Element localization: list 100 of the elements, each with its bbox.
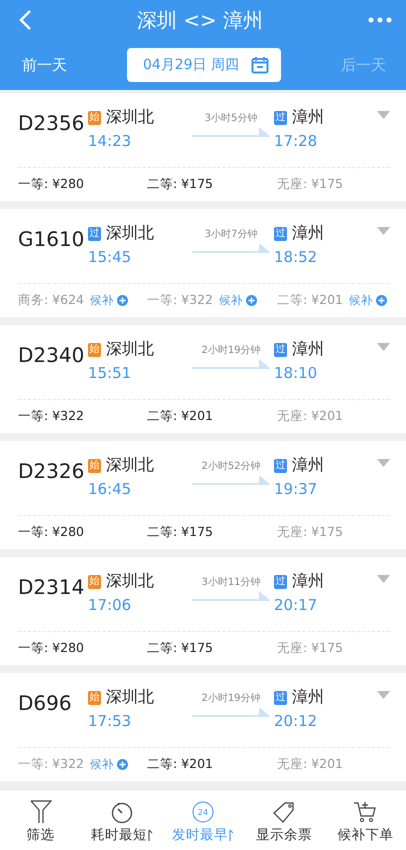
toolbar-tab[interactable]: 耗时最短 [81,790,162,850]
train-card[interactable]: D2356 始 深圳北 14:23 3小时5分钟 过 漳州 17:28 一等: ¥280 二等: ¥175 无座: ¥175 [0,93,406,201]
seat-price: 无座: ¥175 [277,176,343,193]
arrival-time: 18:10 [274,364,318,382]
station-name: 深圳北 [106,571,154,592]
station-name: 漳州 [292,571,324,592]
station-badge: 过 [274,110,287,124]
departure-time: 16:45 [88,480,132,498]
station-badge: 始 [88,690,101,704]
station-name: 漳州 [292,223,324,244]
arrow-icon [192,244,270,254]
station-name: 漳州 [292,687,324,708]
seat-price: 无座: ¥175 [277,640,343,657]
station-badge: 过 [274,342,287,356]
train-card[interactable]: D2326 始 深圳北 16:45 2小时52分钟 过 漳州 19:37 一等: ¥280 二等: ¥175 无座: ¥175 [0,441,406,549]
plus-icon [246,295,257,306]
dropdown-icon[interactable] [377,227,390,235]
seat-price: 无座: ¥175 [277,524,343,541]
station-badge: 始 [88,110,101,124]
departure-time: 17:53 [88,712,132,730]
station-badge: 始 [88,458,101,472]
train-card[interactable]: D2314 始 深圳北 17:06 3小时11分钟 过 漳州 20:17 一等: ¥280 二等: ¥175 无座: ¥175 [0,557,406,665]
train-number: D2340 [18,342,86,369]
departure-time: 15:51 [88,364,132,382]
duration-text: 2小时19分钟 [201,692,261,705]
more-icon[interactable] [368,17,392,23]
plus-icon [376,295,387,306]
sort-icon [229,829,234,841]
seat-price: 无座: ¥201 [277,408,343,425]
seat-price: 一等: ¥322 [18,408,84,425]
dropdown-icon[interactable] [377,575,390,583]
station-name: 漳州 [292,455,324,476]
arrow-icon [192,476,270,486]
station-name: 漳州 [292,339,324,360]
sort-icon [148,829,153,841]
dropdown-icon[interactable] [377,111,390,119]
train-number: D2326 [18,458,86,485]
seat-price: 一等: ¥322 [18,756,84,773]
station-name: 深圳北 [106,455,154,476]
duration-text: 2小时52分钟 [201,460,261,473]
arrival-time: 18:52 [274,248,318,266]
station-badge: 过 [88,226,101,240]
station-name: 深圳北 [106,687,154,708]
train-card[interactable]: D2340 始 深圳北 15:51 2小时19分钟 过 漳州 18:10 一等: ¥322 二等: ¥201 无座: ¥201 [0,325,406,433]
seat-price: 商务: ¥624 [18,292,84,309]
tag-icon [272,800,296,824]
station-badge: 过 [274,458,287,472]
duration-text: 3小时11分钟 [201,576,261,589]
train-number: G1610 [18,226,86,253]
station-name: 漳州 [292,107,324,128]
toolbar-tab[interactable]: 候补下单 [324,790,406,850]
seat-price: 二等: ¥201 [147,756,213,773]
seat-price: 二等: ¥175 [147,176,213,193]
seat-price: 一等: ¥280 [18,640,84,657]
calendar-icon [251,56,270,74]
duration-text: 2小时19分钟 [201,344,261,357]
plus-icon [117,759,128,770]
train-number: D2314 [18,574,86,601]
duration-text: 3小时7分钟 [204,228,258,241]
filter-icon [30,800,52,824]
station-badge: 始 [88,342,101,356]
station-name: 深圳北 [106,107,154,128]
seat-price: 二等: ¥201 [277,292,343,309]
train-number: D696 [18,690,73,717]
seat-price: 二等: ¥175 [147,640,213,657]
arrival-time: 20:12 [274,712,318,730]
departure-time: 17:06 [88,596,132,614]
clock-icon: 24 [192,800,214,824]
timer-icon [110,800,133,824]
station-badge: 始 [88,574,101,588]
station-badge: 过 [274,690,287,704]
dropdown-icon[interactable] [377,343,390,351]
train-card[interactable]: G1610 过 深圳北 15:45 3小时7分钟 过 漳州 18:52 商务: ¥624 候补 一等: ¥322 候补 二等: ¥201 候补 [0,209,406,317]
seat-price: 无座: ¥201 [277,756,343,773]
plus-icon [117,295,128,306]
arrow-icon [192,360,270,370]
station-name: 深圳北 [106,223,154,244]
station-name: 深圳北 [106,339,154,360]
seat-price: 一等: ¥322 [147,292,213,309]
station-badge: 过 [274,226,287,240]
arrival-time: 17:28 [274,132,318,150]
departure-time: 14:23 [88,132,132,150]
toolbar-tab[interactable]: 显示余票 [244,790,325,850]
toolbar-tab[interactable]: 筛选 [0,790,82,850]
cart-icon [353,800,378,824]
dropdown-icon[interactable] [377,691,390,699]
station-badge: 过 [274,574,287,588]
arrival-time: 20:17 [274,596,318,614]
dropdown-icon[interactable] [377,459,390,467]
arrow-icon [192,708,270,718]
duration-text: 3小时5分钟 [204,112,258,125]
seat-price: 一等: ¥280 [18,176,84,193]
page-title: 深圳 <> 漳州 [136,6,264,34]
arrival-time: 19:37 [274,480,318,498]
seat-price: 一等: ¥280 [18,524,84,541]
train-number: D2356 [18,110,86,137]
back-icon[interactable] [18,9,32,31]
arrow-icon [192,128,270,138]
seat-price: 二等: ¥175 [147,524,213,541]
train-card[interactable]: D696 始 深圳北 17:53 2小时19分钟 过 漳州 20:12 一等: ¥322 候补 二等: ¥201 无座: ¥201 [0,673,406,781]
